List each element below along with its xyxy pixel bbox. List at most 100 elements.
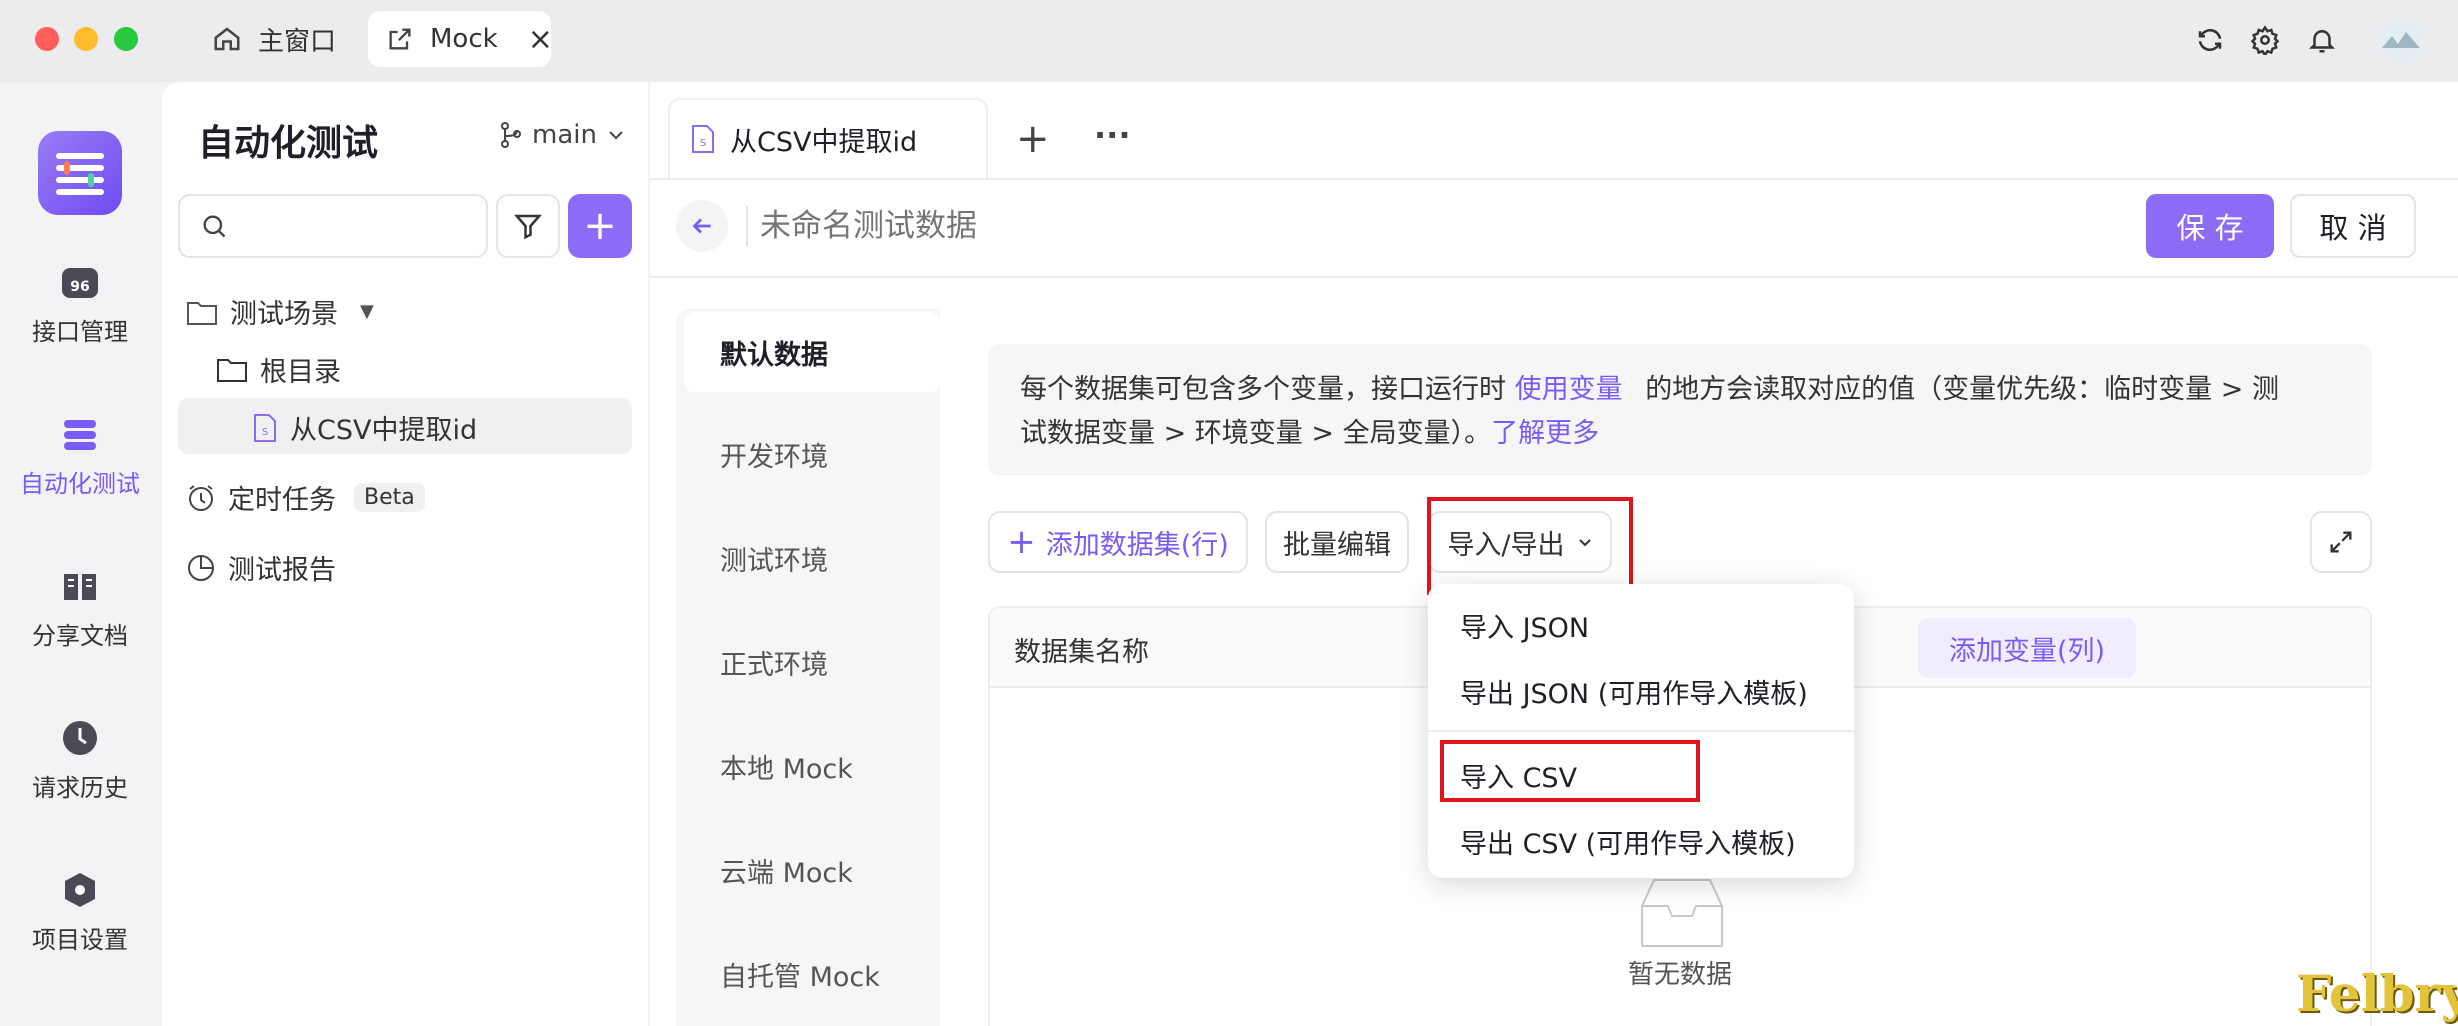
filter-button[interactable]	[496, 194, 560, 258]
add-dataset-label: 添加数据集(行)	[1045, 529, 1229, 561]
env-tab-default[interactable]: 默认数据	[684, 312, 940, 392]
info-panel: 每个数据集可包含多个变量，接口运行时 使用变量 的地方会读取对应的值（变量优先级…	[988, 344, 2372, 476]
menu-import-json[interactable]: 导入 JSON	[1460, 606, 1589, 645]
fullscreen-button[interactable]	[2310, 511, 2372, 573]
header-bottom-divider	[650, 276, 2458, 278]
empty-box-icon	[1634, 876, 1730, 952]
external-link-icon	[386, 25, 414, 53]
watermark: Felbry	[2296, 964, 2458, 1023]
add-tab-button[interactable]: +	[1016, 116, 1050, 162]
caret-down-icon: ▼	[360, 301, 374, 322]
info-line-2: 试数据变量 > 环境变量 > 全局变量）。了解更多	[1020, 412, 2340, 456]
refresh-icon[interactable]	[2190, 20, 2230, 60]
env-tab-local-mock[interactable]: 本地 Mock	[684, 726, 940, 806]
tree-item-report[interactable]: 测试报告	[186, 548, 336, 587]
chevron-down-icon	[607, 126, 625, 144]
settings-icon[interactable]	[2245, 20, 2285, 60]
rail-item-settings[interactable]: 项目设置	[0, 870, 160, 955]
sidebar-title: 自动化测试	[198, 123, 379, 164]
header-divider	[746, 206, 748, 246]
svg-text:S: S	[262, 427, 268, 438]
alarm-clock-icon	[186, 483, 216, 513]
tab-divider	[650, 178, 2458, 180]
tree-item-scenes[interactable]: 测试场景 ▼	[186, 292, 374, 331]
rail-item-docs[interactable]: 分享文档	[0, 566, 160, 651]
hexagon-icon	[60, 870, 100, 910]
rail-item-label: 分享文档	[32, 622, 128, 650]
tab-mock[interactable]: Mock ×	[368, 11, 553, 67]
highlight-box-import-export	[1427, 497, 1633, 595]
folder-ts-icon	[186, 297, 218, 327]
save-button[interactable]: 保 存	[2146, 194, 2274, 258]
back-button[interactable]	[676, 200, 728, 252]
info-text: 的地方会读取对应的值（变量优先级：临时变量 > 测	[1645, 374, 2279, 405]
rail-item-label: 项目设置	[32, 926, 128, 954]
info-text: 每个数据集可包含多个变量，接口运行时	[1020, 374, 1506, 405]
branch-icon	[500, 122, 522, 148]
automation-icon	[60, 414, 100, 454]
tab-mock-label: Mock	[430, 24, 498, 54]
svg-text:S: S	[700, 138, 706, 149]
add-variable-button[interactable]: 添加变量(列)	[1918, 618, 2136, 678]
rail-item-api[interactable]: 96 接口管理	[0, 262, 160, 347]
maximize-window-button[interactable]	[114, 27, 138, 51]
editor-tab[interactable]: S 从CSV中提取id	[668, 98, 988, 178]
editor-tab-label: 从CSV中提取id	[730, 126, 918, 158]
scene-file-icon: S	[252, 413, 278, 443]
info-text: 试数据变量 > 环境变量 > 全局变量）。	[1020, 418, 1492, 449]
beta-badge: Beta	[354, 483, 425, 512]
branch-selector[interactable]: main	[500, 120, 625, 150]
info-line-1: 每个数据集可包含多个变量，接口运行时 使用变量 的地方会读取对应的值（变量优先级…	[1020, 368, 2340, 412]
menu-divider	[1428, 730, 1854, 732]
add-button[interactable]: +	[568, 194, 632, 258]
svg-text:96: 96	[70, 279, 89, 295]
batch-edit-button[interactable]: 批量编辑	[1265, 511, 1409, 573]
menu-export-csv[interactable]: 导出 CSV (可用作导入模板)	[1460, 822, 1796, 861]
tab-home[interactable]: 主窗口	[212, 11, 336, 67]
test-data-name-input[interactable]	[760, 200, 1660, 252]
arrow-left-icon	[689, 213, 715, 239]
tree-item-scheduled[interactable]: 定时任务 Beta	[186, 478, 425, 517]
search-box[interactable]	[178, 194, 488, 258]
clock-icon	[60, 718, 100, 758]
more-icon[interactable]: ···	[1094, 116, 1130, 154]
tree-item-scene[interactable]: S 从CSV中提取id	[252, 408, 477, 447]
use-variable-link[interactable]: 使用变量	[1515, 374, 1623, 405]
bell-icon[interactable]	[2302, 20, 2342, 60]
learn-more-link[interactable]: 了解更多	[1491, 418, 1599, 449]
filter-icon	[513, 211, 543, 241]
rail-item-label: 接口管理	[32, 318, 128, 346]
cancel-button[interactable]: 取 消	[2290, 194, 2416, 258]
rail-item-automation[interactable]: 自动化测试	[0, 414, 160, 499]
branch-label: main	[532, 120, 597, 150]
close-window-button[interactable]	[35, 27, 59, 51]
env-tab-self-hosted-mock[interactable]: 自托管 Mock	[684, 934, 940, 1014]
rail-item-label: 自动化测试	[20, 470, 140, 498]
col-dataset-name: 数据集名称	[1014, 637, 1149, 668]
env-tab-prod[interactable]: 正式环境	[684, 622, 940, 702]
tree-item-root[interactable]: 根目录	[216, 350, 341, 389]
folder-icon	[216, 356, 248, 384]
highlight-box-import-csv	[1440, 740, 1700, 802]
menu-export-json[interactable]: 导出 JSON (可用作导入模板)	[1460, 672, 1808, 711]
search-input[interactable]	[238, 212, 478, 240]
tree-item-label: 测试报告	[228, 555, 336, 586]
app-logo	[38, 131, 122, 215]
tree-item-label: 从CSV中提取id	[290, 415, 478, 446]
scene-file-icon: S	[690, 124, 716, 154]
avatar[interactable]	[2378, 18, 2424, 64]
rail-item-label: 请求历史	[32, 774, 128, 802]
search-icon	[200, 212, 228, 240]
pie-chart-icon	[186, 553, 216, 583]
add-dataset-button[interactable]: + 添加数据集(行)	[988, 511, 1248, 573]
minimize-window-button[interactable]	[74, 27, 98, 51]
empty-state-text: 暂无数据	[1628, 960, 1733, 990]
env-tab-cloud-mock[interactable]: 云端 Mock	[684, 830, 940, 910]
env-tab-test[interactable]: 测试环境	[684, 518, 940, 598]
plus-icon: +	[1007, 522, 1036, 562]
env-tab-dev[interactable]: 开发环境	[684, 414, 940, 494]
close-tab-icon[interactable]: ×	[528, 22, 553, 57]
tab-home-label: 主窗口	[258, 26, 337, 57]
tree-item-label: 定时任务	[228, 485, 336, 516]
rail-item-history[interactable]: 请求历史	[0, 718, 160, 803]
